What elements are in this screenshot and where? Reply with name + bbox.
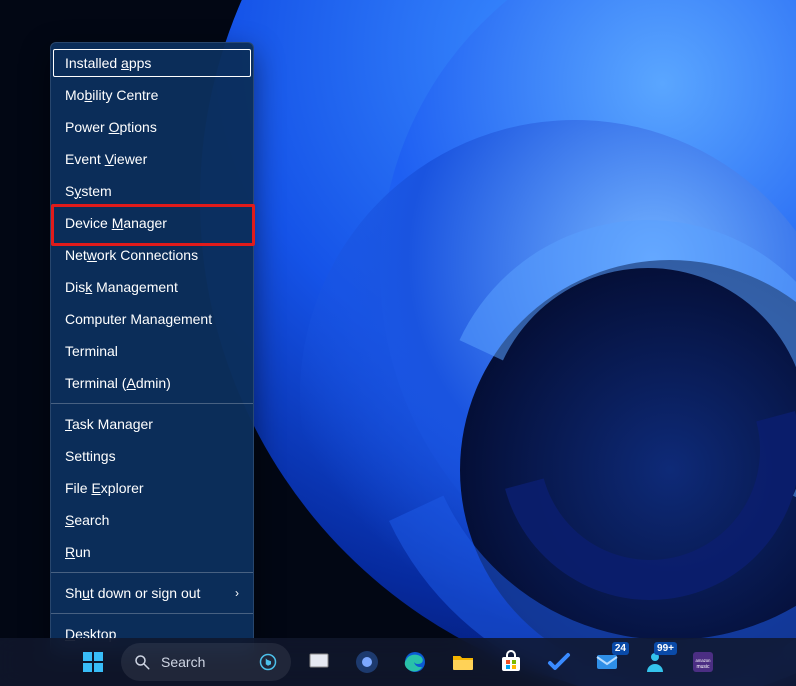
menu-item-label: Terminal (Admin) <box>65 373 171 393</box>
menu-item-network-connections[interactable]: Network Connections <box>51 239 253 271</box>
amazon-music-icon: amazon music <box>691 650 715 674</box>
menu-item-label: Computer Management <box>65 309 212 329</box>
chevron-right-icon: › <box>235 583 239 603</box>
camera-icon <box>355 650 379 674</box>
menu-item-label: Network Connections <box>65 245 198 265</box>
menu-item-label: Power Options <box>65 117 157 137</box>
taskbar-app-mail[interactable]: 24 <box>587 642 627 682</box>
menu-item-disk-management[interactable]: Disk Management <box>51 271 253 303</box>
menu-item-label: Installed apps <box>65 53 151 73</box>
menu-item-label: File Explorer <box>65 478 144 498</box>
menu-item-computer-management[interactable]: Computer Management <box>51 303 253 335</box>
menu-item-label: Terminal <box>65 341 118 361</box>
menu-item-event-viewer[interactable]: Event Viewer <box>51 143 253 175</box>
windows-logo-icon <box>81 650 105 674</box>
menu-item-label: Shut down or sign out <box>65 583 200 603</box>
search-placeholder: Search <box>161 654 205 670</box>
desktop: Installed apps Mobility Centre Power Optio… <box>0 0 796 686</box>
menu-item-label: Run <box>65 542 91 562</box>
folder-icon <box>451 650 475 674</box>
taskbar-app-edge[interactable] <box>395 642 435 682</box>
taskbar-app-store[interactable] <box>491 642 531 682</box>
svg-text:music: music <box>696 664 710 670</box>
checkmark-icon <box>547 650 571 674</box>
taskbar-app-todo[interactable] <box>539 642 579 682</box>
svg-text:amazon: amazon <box>696 658 712 663</box>
menu-item-label: Search <box>65 510 109 530</box>
menu-item-label: Settings <box>65 446 116 466</box>
menu-item-run[interactable]: Run <box>51 536 253 568</box>
mail-badge: 24 <box>612 642 629 655</box>
winx-context-menu: Installed apps Mobility Centre Power Optio… <box>50 42 254 655</box>
menu-item-terminal[interactable]: Terminal <box>51 335 253 367</box>
menu-item-terminal-admin[interactable]: Terminal (Admin) <box>51 367 253 399</box>
menu-item-task-manager[interactable]: Task Manager <box>51 408 253 440</box>
taskbar-app-amazon-music[interactable]: amazon music <box>683 642 723 682</box>
store-icon <box>499 650 523 674</box>
menu-separator <box>51 572 253 573</box>
menu-item-search[interactable]: Search <box>51 504 253 536</box>
search-icon <box>133 653 151 671</box>
bing-chat-icon <box>259 653 277 671</box>
menu-item-file-explorer[interactable]: File Explorer <box>51 472 253 504</box>
menu-separator <box>51 613 253 614</box>
menu-item-shut-down-or-sign-out[interactable]: Shut down or sign out › <box>51 577 253 609</box>
teams-badge: 99+ <box>654 642 677 655</box>
menu-item-settings[interactable]: Settings <box>51 440 253 472</box>
edge-icon <box>403 650 427 674</box>
menu-item-label: Mobility Centre <box>65 85 158 105</box>
taskbar-app-camera[interactable] <box>347 642 387 682</box>
task-view-icon <box>307 650 331 674</box>
menu-item-label: Task Manager <box>65 414 153 434</box>
task-view-button[interactable] <box>299 642 339 682</box>
menu-item-label: Device Manager <box>65 213 167 233</box>
taskbar: Search <box>0 638 796 686</box>
menu-item-device-manager[interactable]: Device Manager <box>51 207 253 239</box>
start-button[interactable] <box>73 642 113 682</box>
menu-item-mobility-centre[interactable]: Mobility Centre <box>51 79 253 111</box>
menu-item-label: System <box>65 181 112 201</box>
menu-item-system[interactable]: System <box>51 175 253 207</box>
menu-item-label: Event Viewer <box>65 149 147 169</box>
taskbar-app-explorer[interactable] <box>443 642 483 682</box>
taskbar-search[interactable]: Search <box>121 643 291 681</box>
menu-item-label: Disk Management <box>65 277 178 297</box>
taskbar-app-teams[interactable]: 99+ <box>635 642 675 682</box>
menu-item-installed-apps[interactable]: Installed apps <box>51 47 253 79</box>
menu-separator <box>51 403 253 404</box>
menu-item-power-options[interactable]: Power Options <box>51 111 253 143</box>
